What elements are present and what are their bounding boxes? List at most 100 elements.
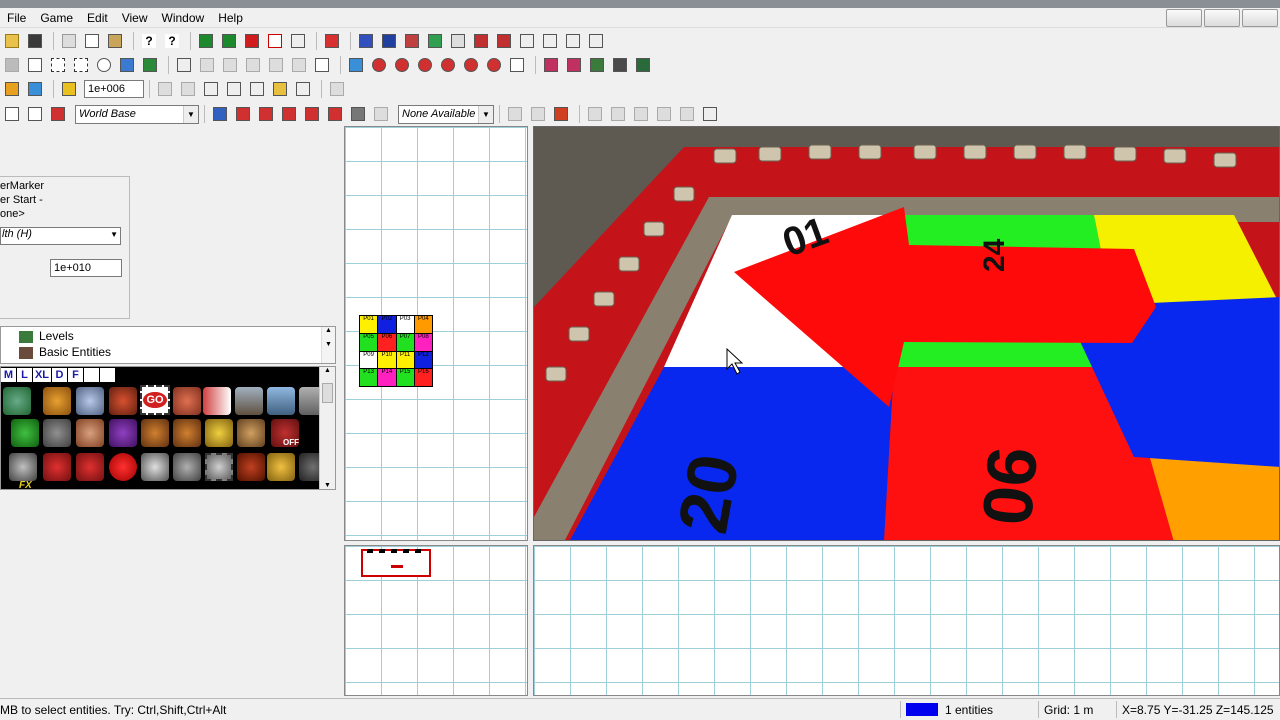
snap-4-icon[interactable] (438, 55, 458, 75)
entity-arm-icon[interactable] (76, 419, 104, 447)
viewport-top-2d[interactable]: P01 P02 P03 P04 P05 P06 P07 P08 P09 P10 … (344, 126, 528, 541)
entity-sky-icon[interactable] (267, 387, 295, 415)
gizmo-icon[interactable] (94, 55, 114, 75)
scroll-down-icon[interactable]: ▼ (320, 482, 335, 489)
anim-tool-7-icon[interactable] (654, 104, 674, 124)
viewport-side-2d[interactable] (344, 545, 528, 696)
move-icon[interactable] (2, 104, 22, 124)
entity-tool-7-icon[interactable] (494, 31, 514, 51)
base-tool-4-icon[interactable] (279, 104, 299, 124)
snap-2-icon[interactable] (392, 55, 412, 75)
animation-combo[interactable]: None Available ▼ (398, 104, 494, 124)
anim-tool-4-icon[interactable] (585, 104, 605, 124)
base-tool-2-icon[interactable] (233, 104, 253, 124)
tab-blank[interactable] (84, 368, 99, 382)
snap-1-icon[interactable] (369, 55, 389, 75)
physics-icon[interactable] (541, 55, 561, 75)
entity-tool-9-icon[interactable] (540, 31, 560, 51)
align-4-icon[interactable] (224, 79, 244, 99)
anim-tool-2-icon[interactable] (528, 104, 548, 124)
menu-edit[interactable]: Edit (80, 11, 115, 25)
minimize-button[interactable] (1166, 9, 1202, 27)
entity-globe-icon[interactable] (3, 387, 31, 415)
entity-cone-icon[interactable] (43, 387, 71, 415)
anim-tool-3-icon[interactable] (551, 104, 571, 124)
save-icon[interactable] (25, 31, 45, 51)
view-tool-5-icon[interactable] (266, 55, 286, 75)
entity-tool-8-icon[interactable] (517, 31, 537, 51)
anim-tool-9-icon[interactable] (700, 104, 720, 124)
entity-palette-scrollbar[interactable]: ▲ ▼ (319, 367, 335, 489)
entity-tool-11-icon[interactable] (586, 31, 606, 51)
tab-m[interactable]: M (1, 368, 16, 382)
tab-blank[interactable] (100, 368, 115, 382)
terrain-icon[interactable] (633, 55, 653, 75)
select-disabled-icon[interactable] (2, 55, 22, 75)
scroll-up-icon[interactable]: ▲ (320, 367, 335, 374)
entity-gun-icon[interactable] (9, 453, 37, 481)
entity-stand-icon[interactable] (237, 419, 265, 447)
layer-red-icon[interactable] (242, 31, 262, 51)
entity-helmet-icon[interactable] (237, 453, 265, 481)
select-box-icon[interactable] (48, 55, 68, 75)
paste-icon[interactable] (105, 31, 125, 51)
anim-tool-8-icon[interactable] (677, 104, 697, 124)
import-icon[interactable] (322, 31, 342, 51)
tree-item-basic-entities[interactable]: Basic Entities (39, 345, 111, 359)
view-tool-1-icon[interactable] (174, 55, 194, 75)
picture-icon[interactable] (117, 55, 137, 75)
entity-guitars-icon[interactable] (173, 419, 201, 447)
align-5-icon[interactable] (247, 79, 267, 99)
close-button[interactable] (1242, 9, 1278, 27)
base-tool-3-icon[interactable] (256, 104, 276, 124)
cube-icon[interactable] (507, 55, 527, 75)
select-lasso-icon[interactable] (71, 55, 91, 75)
align-7-icon[interactable] (293, 79, 313, 99)
entity-tool-2-icon[interactable] (379, 31, 399, 51)
entity-fx-label[interactable]: FX (19, 480, 32, 489)
tree-item-levels[interactable]: Levels (39, 329, 74, 343)
landscape-icon[interactable] (25, 79, 45, 99)
view-tool-3-icon[interactable] (220, 55, 240, 75)
entity-bell-icon[interactable] (205, 419, 233, 447)
entity-key-icon[interactable] (267, 453, 295, 481)
entity-tool-4-icon[interactable] (425, 31, 445, 51)
tree-scrollbar[interactable]: ▲ ▼ (321, 327, 335, 363)
entity-tool-3-icon[interactable] (402, 31, 422, 51)
entity-off-icon[interactable]: OFF (271, 419, 299, 447)
layer-delete-icon[interactable] (265, 31, 285, 51)
grid-size-input[interactable] (84, 80, 144, 98)
entity-go-icon[interactable]: GO (140, 385, 170, 415)
base-tool-5-icon[interactable] (302, 104, 322, 124)
layer-copy-icon[interactable] (288, 31, 308, 51)
align-3-icon[interactable] (201, 79, 221, 99)
entity-robot-icon[interactable] (205, 453, 233, 481)
entity-rock-icon[interactable] (235, 387, 263, 415)
snap-5-icon[interactable] (461, 55, 481, 75)
snap-6-icon[interactable] (484, 55, 504, 75)
entity-tool-10-icon[interactable] (563, 31, 583, 51)
entity-eye-icon[interactable] (76, 387, 104, 415)
entity-fire-icon[interactable] (109, 387, 137, 415)
view-tool-2-icon[interactable] (197, 55, 217, 75)
object-icon[interactable] (2, 79, 22, 99)
entity-block-icon[interactable] (43, 453, 71, 481)
menu-help[interactable]: Help (211, 11, 250, 25)
menu-file[interactable]: File (0, 11, 33, 25)
viewport-3d[interactable]: 01 20 06 24 (533, 126, 1280, 541)
view-tool-4-icon[interactable] (243, 55, 263, 75)
base-combo[interactable]: World Base ▼ (75, 104, 199, 124)
tab-l[interactable]: L (17, 368, 32, 382)
entity-red-icon[interactable] (48, 104, 68, 124)
entity-heart-icon[interactable] (109, 453, 137, 481)
tab-d[interactable]: D (52, 368, 67, 382)
align-6-icon[interactable] (270, 79, 290, 99)
entity-bricks-icon[interactable] (76, 453, 104, 481)
warning-icon[interactable] (59, 79, 79, 99)
base-tool-1-icon[interactable] (210, 104, 230, 124)
menu-view[interactable]: View (115, 11, 155, 25)
menu-game[interactable]: Game (33, 11, 80, 25)
base-tool-8-icon[interactable] (371, 104, 391, 124)
menu-window[interactable]: Window (155, 11, 212, 25)
anim-tool-6-icon[interactable] (631, 104, 651, 124)
